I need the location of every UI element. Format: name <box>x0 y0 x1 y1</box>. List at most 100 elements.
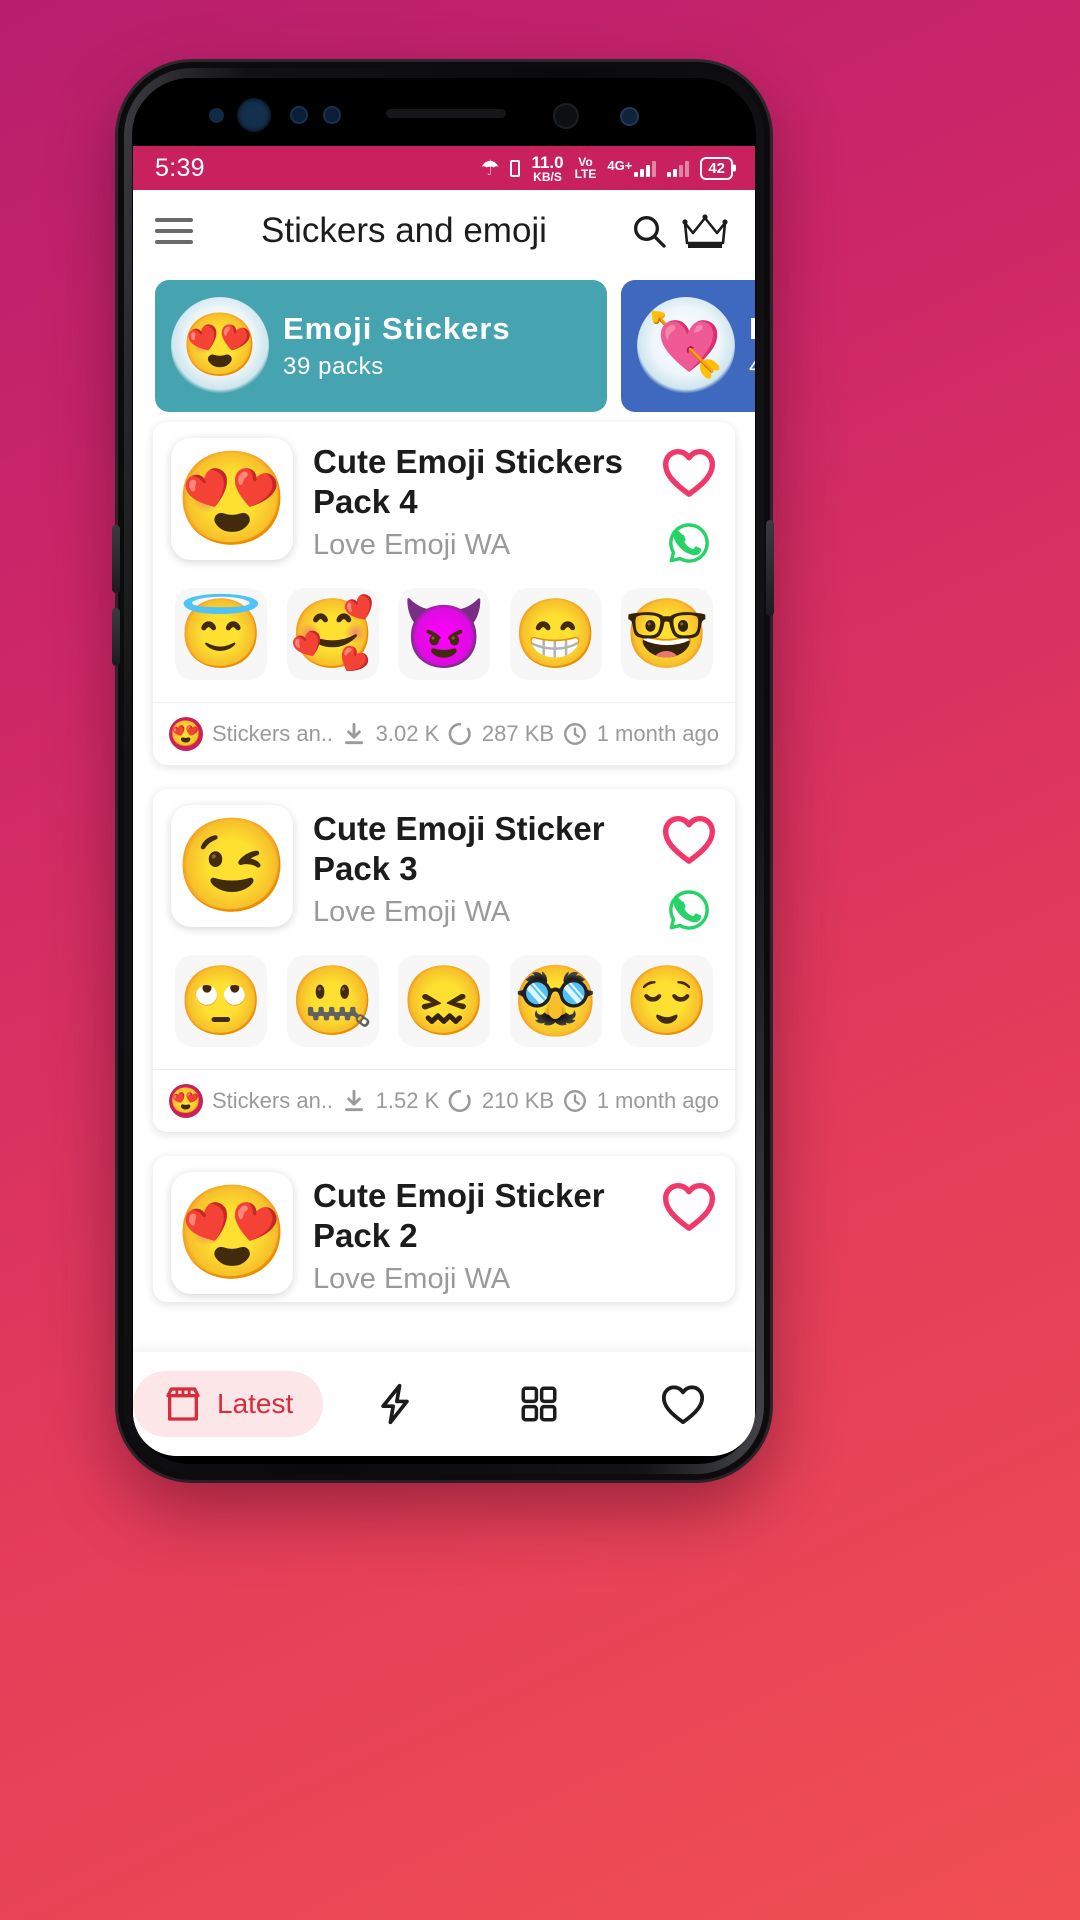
sticker-preview[interactable]: 😁 <box>509 588 602 680</box>
volte-icon: Vo LTE <box>575 156 597 180</box>
network-type-label: 4G <box>607 157 625 173</box>
status-icons: ☂ 11.0 KB/S Vo LTE 4G+ 42 <box>481 154 733 183</box>
whatsapp-share-icon[interactable] <box>666 887 712 933</box>
battery-indicator: 42 <box>700 156 733 180</box>
category-banner-love[interactable]: 💘 Love 41 <box>621 280 755 412</box>
grid-icon <box>521 1386 557 1422</box>
clock-icon <box>563 1090 586 1112</box>
updated-label: 1 month ago <box>596 1088 720 1113</box>
sensor-icon <box>553 103 579 129</box>
sticker-preview-row: 😇 🥰 😈 😁 🤓 <box>153 572 735 702</box>
pack-author: Love Emoji WA <box>313 528 511 561</box>
banner-thumbnail: 💘 <box>637 297 735 395</box>
source-avatar: 😍 <box>169 1084 203 1118</box>
notch-area <box>133 86 755 146</box>
category-banner-carousel[interactable]: 😍 Emoji Stickers 39 packs 💘 Love 41 <box>133 272 755 422</box>
banner-thumbnail: 😍 <box>171 297 269 395</box>
sticker-pack-card[interactable]: 😍 Cute Emoji Sticker Pack 2 Love Emoji W… <box>153 1156 735 1302</box>
favorite-heart-icon[interactable] <box>661 1180 717 1232</box>
phone-screen: 5:39 ☂ 11.0 KB/S Vo LTE 4G+ 42 Stickers … <box>133 86 755 1456</box>
nav-item-trending[interactable] <box>323 1382 467 1426</box>
pack-thumbnail: 😍 <box>171 1172 293 1294</box>
pack-title: Cute Emoji Sticker Pack 2 <box>313 1177 605 1255</box>
search-button[interactable] <box>621 203 677 259</box>
search-icon <box>634 216 666 248</box>
front-camera-icon <box>237 98 271 132</box>
page-title: Stickers and emoji <box>261 211 547 250</box>
pack-author: Love Emoji WA <box>313 895 511 928</box>
app-bar: Stickers and emoji <box>133 190 755 272</box>
download-icon <box>344 722 363 745</box>
size-label: 210 KB <box>481 1088 555 1113</box>
downloads-label: 3.02 K <box>375 721 440 746</box>
nav-label-latest: Latest <box>217 1388 294 1419</box>
sticker-preview[interactable]: 😈 <box>398 588 490 680</box>
storage-icon <box>448 1089 471 1113</box>
sticker-preview[interactable]: 🥸 <box>509 955 602 1047</box>
signal-bars-sim2 <box>667 160 690 177</box>
sticker-pack-card[interactable]: 😍 Cute Emoji Stickers Pack 4 Love Emoji … <box>153 422 735 765</box>
pack-downloads: 1.52 K <box>341 1088 440 1114</box>
downloads-label: 1.52 K <box>375 1088 440 1113</box>
sticker-preview[interactable]: 😇 <box>175 588 267 680</box>
favorite-heart-icon[interactable] <box>661 813 717 865</box>
updated-label: 1 month ago <box>596 721 720 746</box>
clock-icon <box>563 723 586 745</box>
sticker-preview[interactable]: 🤐 <box>286 955 379 1047</box>
source-label: Stickers an.. <box>212 721 334 746</box>
pack-stats-row: 😍 Stickers an.. 3.02 K 287 KB 1 month ag… <box>153 702 735 765</box>
pack-size: 287 KB <box>447 721 554 747</box>
network-plus-label: + <box>624 157 633 173</box>
sensor-icon <box>620 107 639 126</box>
sensor-icon <box>323 106 341 124</box>
sticker-pack-card[interactable]: 😉 Cute Emoji Sticker Pack 3 Love Emoji W… <box>153 789 735 1132</box>
sticker-preview-row: 🙄 🤐 😖 🥸 😌 <box>153 939 735 1069</box>
sticker-pack-list: 😍 Cute Emoji Stickers Pack 4 Love Emoji … <box>133 422 755 1302</box>
pack-size: 210 KB <box>447 1088 554 1114</box>
pack-source: 😍 Stickers an.. <box>169 717 333 751</box>
heart-outline-icon <box>661 1385 705 1425</box>
nav-item-favorites[interactable] <box>611 1382 755 1426</box>
pack-updated: 1 month ago <box>562 1088 719 1114</box>
size-label: 287 KB <box>481 721 555 746</box>
pack-thumbnail: 😍 <box>171 438 293 560</box>
network-speed-indicator: 11.0 KB/S <box>531 154 563 183</box>
favorite-heart-icon[interactable] <box>661 446 717 498</box>
volume-down-button[interactable] <box>112 608 120 666</box>
banner-subtitle: 39 packs <box>283 352 384 380</box>
power-button[interactable] <box>766 520 774 616</box>
sticker-preview[interactable]: 😖 <box>398 955 490 1047</box>
status-bar: 5:39 ☂ 11.0 KB/S Vo LTE 4G+ 42 <box>133 146 755 190</box>
volume-up-button[interactable] <box>112 525 120 593</box>
pack-title: Cute Emoji Stickers Pack 4 <box>313 443 623 521</box>
nav-item-latest[interactable]: Latest <box>133 1371 324 1437</box>
sticker-preview[interactable]: 🤓 <box>621 588 713 680</box>
sticker-preview[interactable]: 😌 <box>621 955 713 1047</box>
category-banner-emoji-stickers[interactable]: 😍 Emoji Stickers 39 packs <box>155 280 607 412</box>
banner-subtitle: 41 <box>749 353 755 381</box>
whatsapp-share-icon[interactable] <box>666 520 712 566</box>
pack-downloads: 3.02 K <box>341 721 440 747</box>
banner-title: Love <box>749 311 755 347</box>
source-avatar: 😍 <box>169 717 203 751</box>
pack-updated: 1 month ago <box>562 721 719 747</box>
signal-bars-sim1 <box>634 160 657 177</box>
sticker-preview[interactable]: 🥰 <box>286 588 379 680</box>
sticker-preview[interactable]: 🙄 <box>175 955 267 1047</box>
pack-thumbnail: 😉 <box>171 805 293 927</box>
storage-icon <box>448 722 471 746</box>
download-icon <box>344 1089 363 1112</box>
sim-card-icon <box>510 159 521 177</box>
app-content: Stickers and emoji 😍 Emoji Stickers 39 p… <box>133 190 755 1456</box>
pack-title: Cute Emoji Sticker Pack 3 <box>313 810 605 888</box>
banner-title: Emoji Stickers <box>283 311 511 347</box>
status-clock: 5:39 <box>155 153 205 182</box>
bluetooth-icon: ☂ <box>480 156 500 180</box>
volte-line2: LTE <box>574 167 597 181</box>
sensor-icon <box>290 106 308 124</box>
pack-author: Love Emoji WA <box>313 1262 511 1295</box>
nav-item-categories[interactable] <box>467 1383 611 1425</box>
lightning-icon <box>381 1383 409 1425</box>
pack-source: 😍 Stickers an.. <box>169 1084 333 1118</box>
premium-button[interactable] <box>677 203 733 259</box>
